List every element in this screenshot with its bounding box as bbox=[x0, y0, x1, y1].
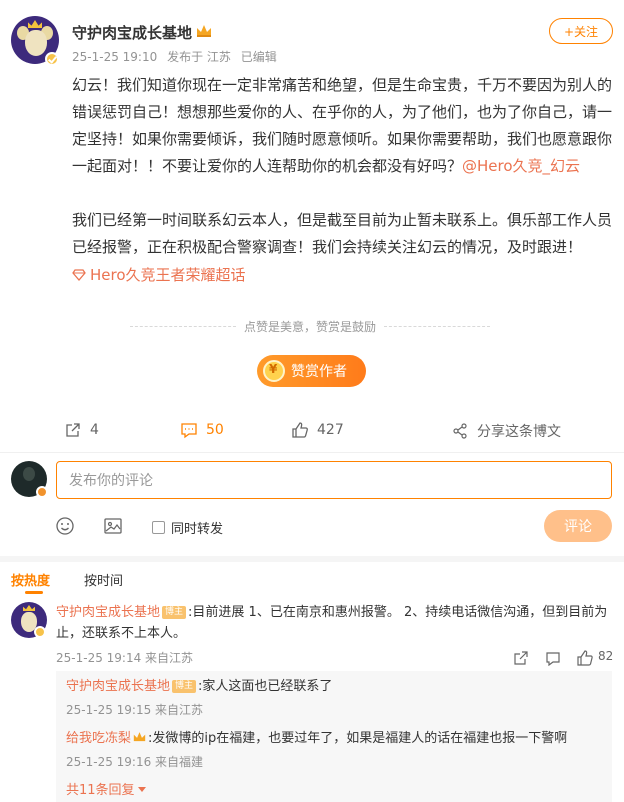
thumbs-up-icon bbox=[292, 422, 308, 438]
comment-reply-icon[interactable] bbox=[545, 650, 561, 666]
host-tag: 博主 bbox=[172, 680, 197, 693]
tab-sort-hot[interactable]: 按热度 bbox=[11, 570, 50, 594]
tab-sort-time[interactable]: 按时间 bbox=[84, 570, 123, 589]
reply-item: 守护肉宝成长基地 博主:家人这面也已经联系了 bbox=[66, 677, 606, 697]
reward-hint: 点赞是美意，赞赏是鼓励 bbox=[130, 318, 491, 335]
reply-author[interactable]: 守护肉宝成长基地 bbox=[66, 679, 170, 694]
more-replies-link[interactable]: 共11条回复 bbox=[66, 779, 146, 798]
reward-author-button[interactable]: 赞赏作者 bbox=[257, 355, 366, 387]
reply-text: :发微博的ip在福建，也要过年了，如果是福建人的话在福建也报一下警啊 bbox=[148, 731, 568, 746]
post-meta: 25-1-25 19:10 发布于 江苏 已编辑 bbox=[72, 48, 283, 65]
post-time[interactable]: 25-1-25 19:10 bbox=[72, 50, 157, 64]
comment-repost-icon[interactable] bbox=[513, 650, 529, 666]
reward-button-label: 赞赏作者 bbox=[291, 364, 347, 380]
crown-icon bbox=[133, 732, 146, 742]
also-repost-checkbox[interactable]: 同时转发 bbox=[152, 518, 223, 537]
post-paragraph-2: 我们已经第一时间联系幻云本人，但是截至目前为止暂未联系上。俱乐部工作人员已经报警… bbox=[72, 211, 613, 256]
comment-content: 守护肉宝成长基地 博主:目前进展 1、已在南京和惠州报警。 2、持续电话微信沟通，… bbox=[56, 602, 612, 644]
verified-badge-icon bbox=[34, 626, 46, 638]
divider bbox=[0, 452, 624, 453]
author-name[interactable]: 守护肉宝成长基地 bbox=[72, 22, 192, 43]
post-body: 幻云！我们知道你现在一定非常痛苦和绝望，但是生命宝贵，千万不要因为别人的错误惩罚… bbox=[72, 72, 612, 288]
comment-button[interactable]: 50 bbox=[180, 421, 224, 439]
emoji-icon[interactable] bbox=[55, 516, 75, 536]
reply-meta: 25-1-25 19:15 来自江苏 bbox=[66, 703, 204, 717]
topic-label: Hero久竞王者荣耀超话 bbox=[90, 266, 246, 284]
also-repost-label: 同时转发 bbox=[171, 522, 224, 537]
repost-count: 4 bbox=[90, 422, 99, 438]
comment-author[interactable]: 守护肉宝成长基地 bbox=[56, 605, 160, 620]
more-replies-label: 共11条回复 bbox=[66, 783, 135, 798]
topic-link[interactable]: Hero久竞王者荣耀超话 bbox=[72, 264, 246, 285]
super-topic-icon bbox=[72, 268, 86, 281]
chevron-down-icon bbox=[137, 787, 146, 792]
share-icon bbox=[453, 423, 467, 439]
submit-comment-button[interactable]: 评论 bbox=[544, 510, 612, 542]
comment-like-icon[interactable] bbox=[577, 650, 593, 666]
verified-badge-icon bbox=[45, 52, 59, 66]
mention-link[interactable]: @Hero久竞_幻云 bbox=[462, 157, 580, 175]
comment-count: 50 bbox=[206, 422, 224, 438]
host-tag: 博主 bbox=[162, 606, 187, 619]
checkbox-icon[interactable] bbox=[152, 521, 165, 534]
reply-author[interactable]: 给我吃冻梨 bbox=[66, 731, 131, 746]
image-icon[interactable] bbox=[103, 516, 123, 536]
comment-icon bbox=[181, 423, 197, 439]
comment-input[interactable]: 发布你的评论 bbox=[56, 461, 612, 499]
share-label: 分享这条博文 bbox=[477, 424, 561, 440]
like-count: 427 bbox=[317, 422, 344, 438]
crown-icon bbox=[197, 25, 211, 37]
repost-button[interactable]: 4 bbox=[64, 421, 99, 439]
comment-meta: 25-1-25 19:14 来自江苏 bbox=[56, 651, 194, 665]
post-paragraph-1: 幻云！我们知道你现在一定非常痛苦和绝望，但是生命宝贵，千万不要因为别人的错误惩罚… bbox=[72, 72, 612, 180]
reply-text: :家人这面也已经联系了 bbox=[198, 679, 333, 694]
reward-hint-text: 点赞是美意，赞赏是鼓励 bbox=[244, 320, 377, 334]
post-source: 发布于 江苏 bbox=[167, 50, 231, 64]
comment-like-count: 82 bbox=[598, 649, 614, 663]
repost-icon bbox=[66, 423, 80, 437]
share-button[interactable]: 分享这条博文 bbox=[451, 421, 561, 441]
reply-meta: 25-1-25 19:16 来自福建 bbox=[66, 755, 204, 769]
coin-icon bbox=[263, 360, 285, 382]
reply-item: 给我吃冻梨 :发微博的ip在福建，也要过年了，如果是福建人的话在福建也报一下警啊 bbox=[66, 729, 606, 749]
post-edited[interactable]: 已编辑 bbox=[241, 50, 277, 64]
user-level-badge-icon bbox=[36, 486, 48, 498]
section-divider bbox=[0, 556, 624, 562]
like-button[interactable]: 427 bbox=[291, 421, 344, 439]
follow-button[interactable]: +关注 bbox=[549, 18, 613, 44]
